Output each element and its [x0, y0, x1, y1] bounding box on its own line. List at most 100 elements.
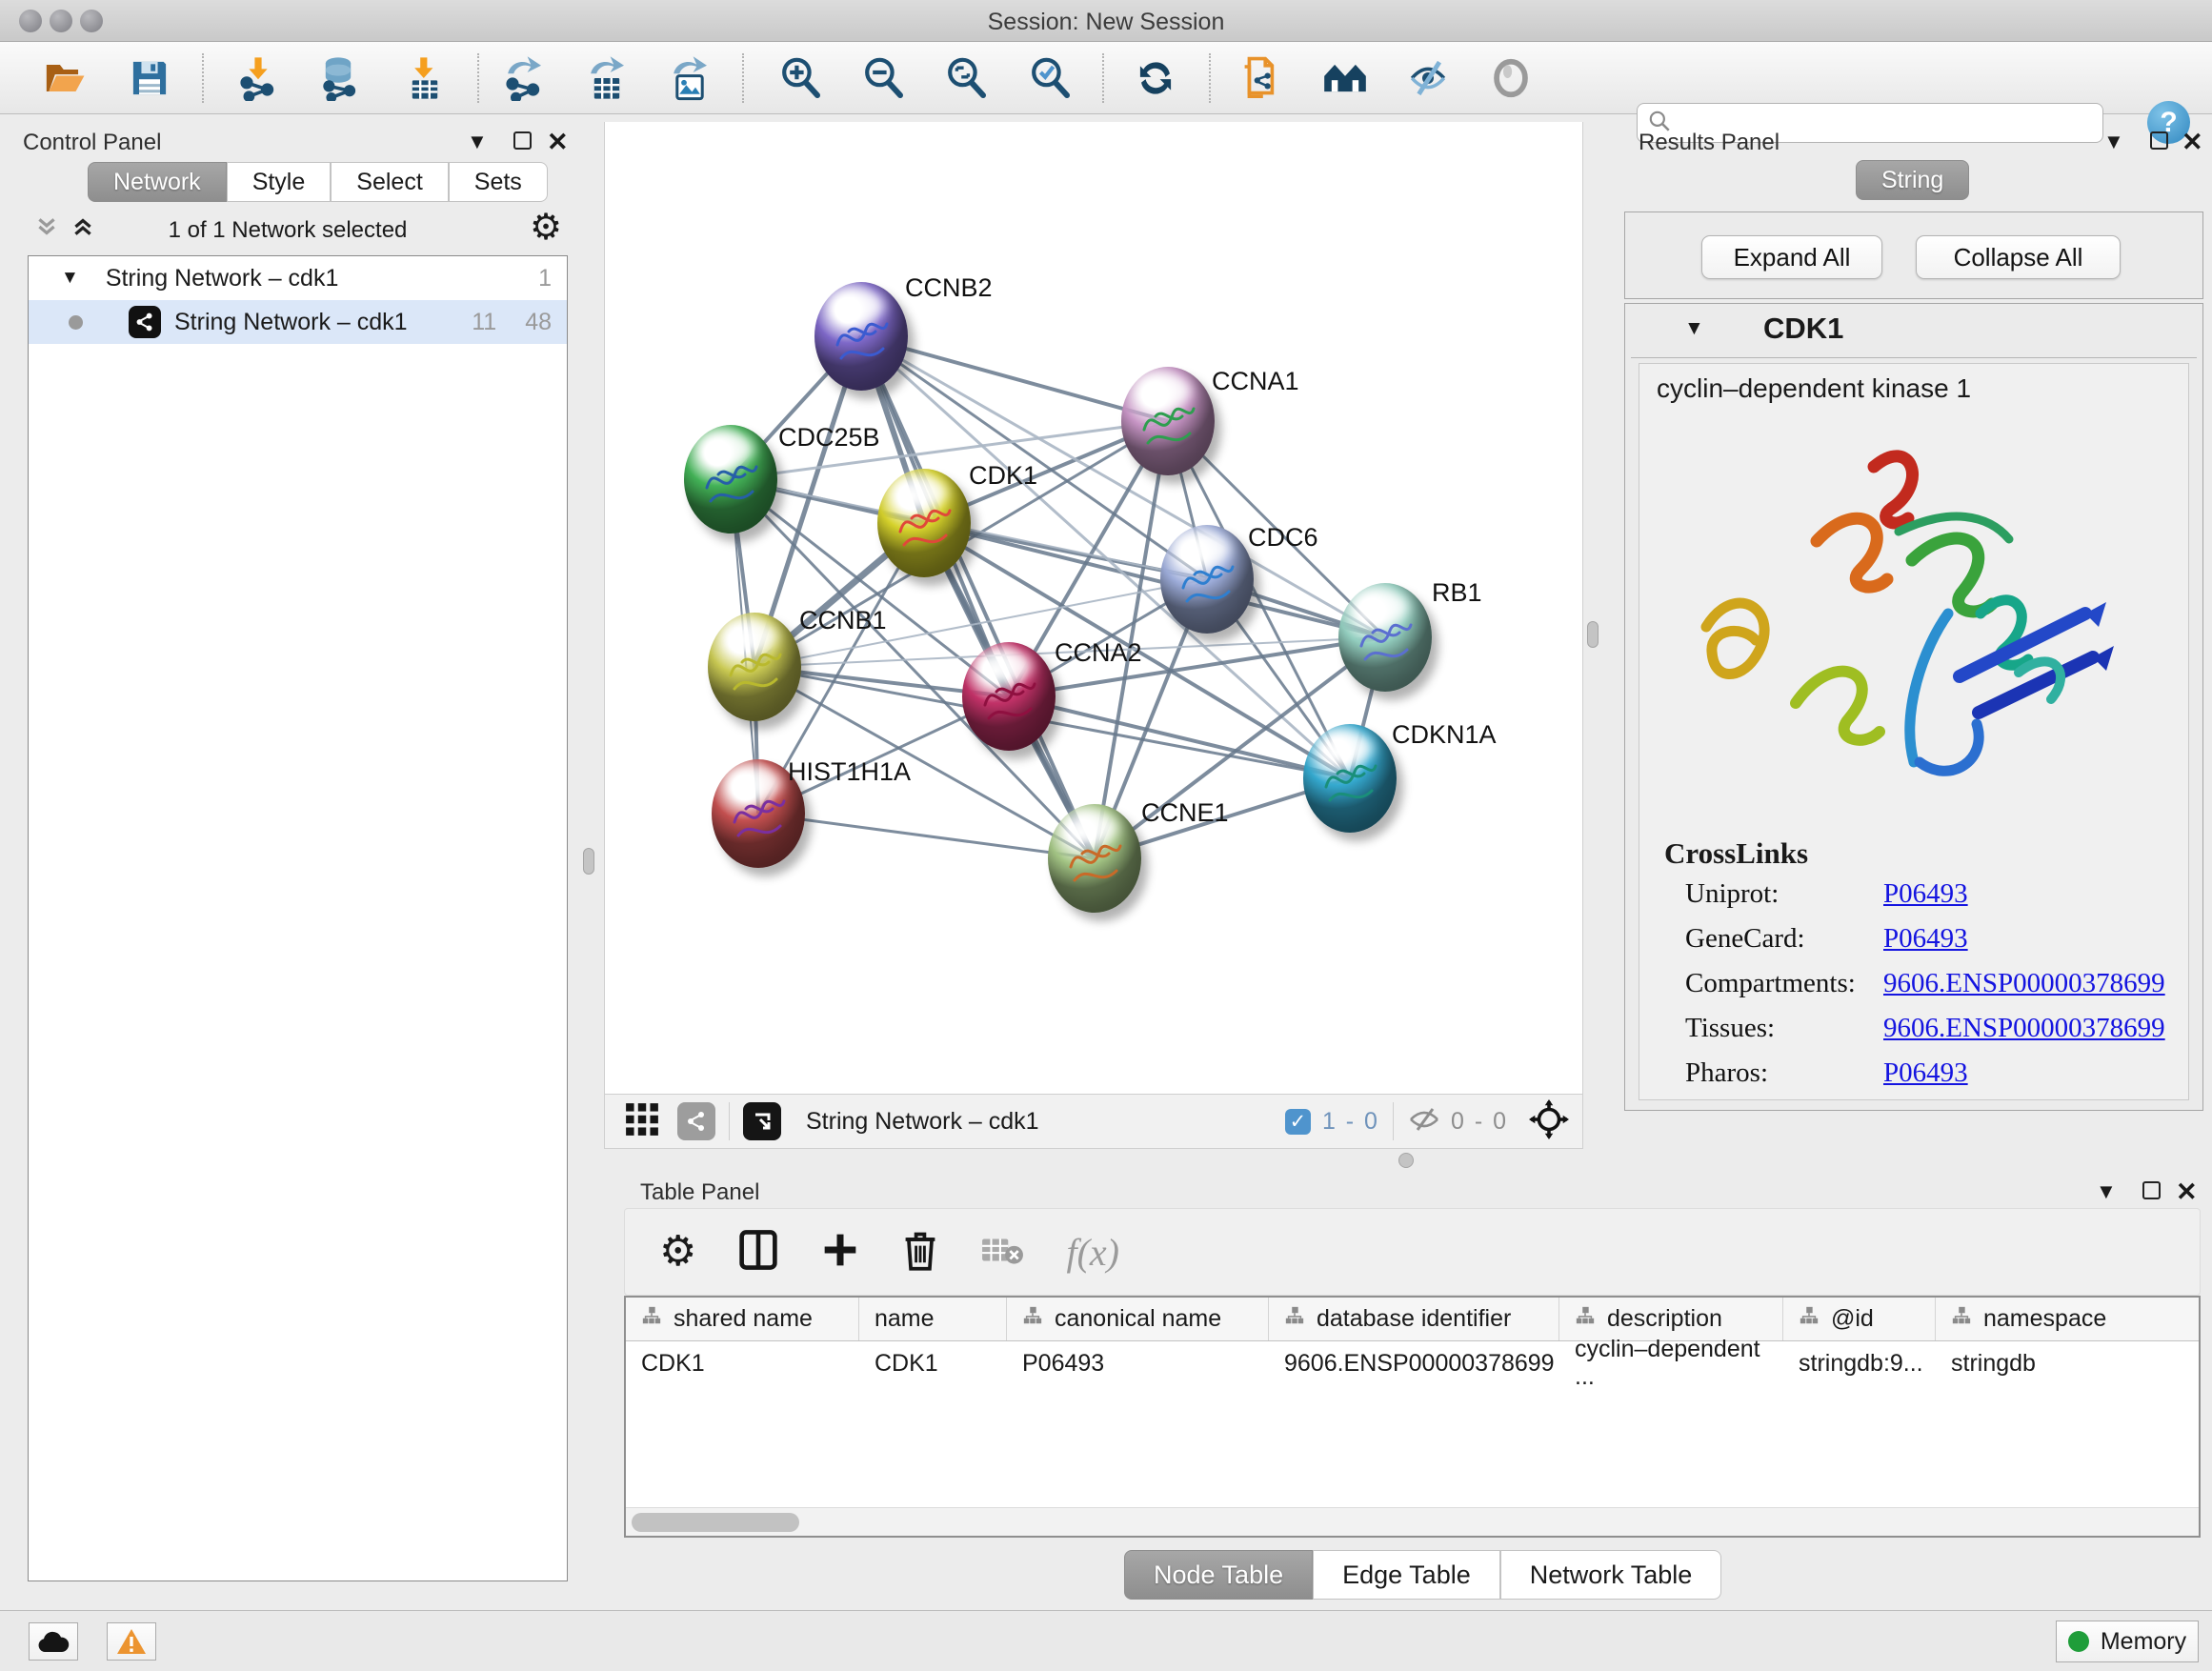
column-header-name[interactable]: name [859, 1298, 1007, 1340]
tab-select[interactable]: Select [331, 162, 448, 202]
import-network-database-icon[interactable] [315, 55, 361, 101]
tab-node-table[interactable]: Node Table [1124, 1550, 1313, 1600]
close-panel-icon[interactable]: ✕ [2176, 1178, 2198, 1207]
collection-expand-arrow-icon[interactable]: ▼ [61, 268, 79, 289]
close-panel-icon[interactable]: ✕ [2182, 128, 2203, 157]
detail-lens-icon[interactable] [1488, 55, 1534, 101]
scrollbar-thumb[interactable] [632, 1513, 799, 1532]
selected-nodes-checkbox[interactable]: ✓ [1285, 1109, 1311, 1135]
table-cell[interactable]: stringdb [1936, 1341, 2201, 1385]
table-header-row: shared namenamecanonical namedatabase id… [626, 1298, 2199, 1341]
column-header-shared-name[interactable]: shared name [626, 1298, 859, 1340]
network-node-cdc25b[interactable] [684, 425, 777, 534]
crosslink-row: Tissues:9606.ENSP00000378699 [1685, 1013, 2181, 1044]
tab-string[interactable]: String [1856, 160, 1969, 200]
tab-sets[interactable]: Sets [449, 162, 548, 202]
tab-style[interactable]: Style [227, 162, 332, 202]
table-settings-gear-icon[interactable]: ⚙ [659, 1231, 696, 1273]
crosslink-link[interactable]: P06493 [1883, 923, 1968, 955]
string-home-icon[interactable] [1322, 55, 1368, 101]
zoom-out-icon[interactable] [860, 55, 906, 101]
cloud-icon [37, 1629, 70, 1654]
column-header-canonical-name[interactable]: canonical name [1007, 1298, 1269, 1340]
node-structure-thumbnail [972, 663, 1046, 739]
network-node-rb1[interactable] [1338, 583, 1432, 692]
function-builder-icon[interactable]: f(x) [1066, 1230, 1119, 1275]
export-image-icon[interactable] [667, 55, 713, 101]
network-edge[interactable] [758, 814, 1095, 858]
node-table[interactable]: shared namenamecanonical namedatabase id… [624, 1296, 2201, 1538]
apply-layout-icon[interactable] [1133, 55, 1178, 101]
crosslink-link[interactable]: P06493 [1883, 1057, 1968, 1089]
warnings-button[interactable] [107, 1622, 156, 1661]
close-panel-icon[interactable]: ✕ [547, 128, 569, 157]
crosslink-link[interactable]: 9606.ENSP00000378699 [1883, 968, 2165, 999]
network-node-cdk1[interactable] [877, 469, 971, 577]
network-node-ccna1[interactable] [1121, 367, 1215, 475]
cloud-button[interactable] [29, 1622, 78, 1661]
grid-view-icon[interactable] [624, 1101, 660, 1142]
expand-all-button[interactable]: Expand All [1701, 235, 1882, 279]
network-canvas[interactable]: CCNB2CCNA1CDC25BCDK1CDC6RB1CCNB1CCNA2CDK… [604, 122, 1583, 1094]
birdseye-crosshair-icon[interactable] [1529, 1099, 1569, 1144]
create-column-icon[interactable] [820, 1230, 860, 1275]
column-header-label: namespace [1983, 1305, 2106, 1333]
network-collection-row[interactable]: ▼ String Network – cdk1 1 [29, 256, 567, 300]
table-splitter-handle[interactable] [1398, 1153, 1414, 1168]
string-view-icon[interactable] [677, 1102, 715, 1140]
left-splitter-handle[interactable] [583, 848, 594, 875]
zoom-in-icon[interactable] [777, 55, 823, 101]
gene-collapse-arrow-icon[interactable]: ▼ [1684, 317, 1704, 340]
fit-content-icon[interactable] [943, 55, 989, 101]
open-in-browser-icon[interactable] [743, 1102, 781, 1140]
collapse-panel-icon[interactable]: ▼ [467, 130, 488, 154]
collapse-panel-icon[interactable]: ▼ [2096, 1179, 2117, 1204]
network-node-cdkn1a[interactable] [1303, 724, 1397, 833]
delete-table-icon[interactable] [980, 1233, 1024, 1272]
crosslink-link[interactable]: P06493 [1883, 878, 1968, 910]
save-session-icon[interactable] [127, 55, 172, 101]
crosslink-link[interactable]: 9606.ENSP00000378699 [1883, 1013, 2165, 1044]
export-table-icon[interactable] [584, 55, 630, 101]
warning-icon [115, 1627, 148, 1656]
memory-button[interactable]: Memory [2056, 1621, 2199, 1662]
import-table-file-icon[interactable] [402, 55, 448, 101]
float-panel-icon[interactable] [2142, 1181, 2161, 1199]
table-row[interactable]: CDK1CDK1P064939606.ENSP00000378699cyclin… [626, 1341, 2199, 1385]
tab-edge-table[interactable]: Edge Table [1313, 1550, 1500, 1600]
open-session-icon[interactable] [42, 55, 88, 101]
table-cell[interactable]: 9606.ENSP00000378699 [1269, 1341, 1559, 1385]
collapse-panel-icon[interactable]: ▼ [2103, 130, 2124, 154]
network-node-cdc6[interactable] [1160, 525, 1254, 634]
tab-network[interactable]: Network [88, 162, 227, 202]
network-node-ccnb2[interactable] [814, 282, 908, 391]
table-cell[interactable]: stringdb:9... [1783, 1341, 1936, 1385]
table-cell[interactable]: CDK1 [626, 1341, 859, 1385]
show-columns-icon[interactable] [738, 1229, 778, 1276]
table-cell[interactable]: CDK1 [859, 1341, 1007, 1385]
table-cell[interactable]: P06493 [1007, 1341, 1269, 1385]
column-header--id[interactable]: @id [1783, 1298, 1936, 1340]
import-network-file-icon[interactable] [235, 55, 281, 101]
zoom-selected-icon[interactable] [1027, 55, 1073, 101]
enhanced-labels-icon[interactable] [1405, 55, 1451, 101]
export-network-icon[interactable] [501, 55, 547, 101]
network-tree: ▼ String Network – cdk1 1 String Network… [28, 255, 568, 1581]
collapse-all-button[interactable]: Collapse All [1916, 235, 2121, 279]
network-row[interactable]: String Network – cdk1 11 48 [29, 300, 567, 344]
float-panel-icon[interactable] [2150, 131, 2168, 150]
network-node-ccne1[interactable] [1048, 804, 1141, 913]
network-node-ccna2[interactable] [962, 642, 1056, 751]
stringify-document-icon[interactable] [1236, 55, 1281, 101]
table-cell[interactable]: cyclin–dependent ... [1559, 1341, 1783, 1385]
delete-column-icon[interactable] [902, 1229, 938, 1276]
tab-network-table[interactable]: Network Table [1500, 1550, 1722, 1600]
column-header-namespace[interactable]: namespace [1936, 1298, 2201, 1340]
network-options-gear-icon[interactable]: ⚙ [530, 206, 562, 249]
hidden-eye-icon[interactable] [1407, 1105, 1441, 1138]
float-panel-icon[interactable] [513, 131, 532, 150]
column-header-description[interactable]: description [1559, 1298, 1783, 1340]
horizontal-scrollbar[interactable] [626, 1507, 2199, 1536]
column-header-database-identifier[interactable]: database identifier [1269, 1298, 1559, 1340]
network-node-ccnb1[interactable] [708, 613, 801, 721]
